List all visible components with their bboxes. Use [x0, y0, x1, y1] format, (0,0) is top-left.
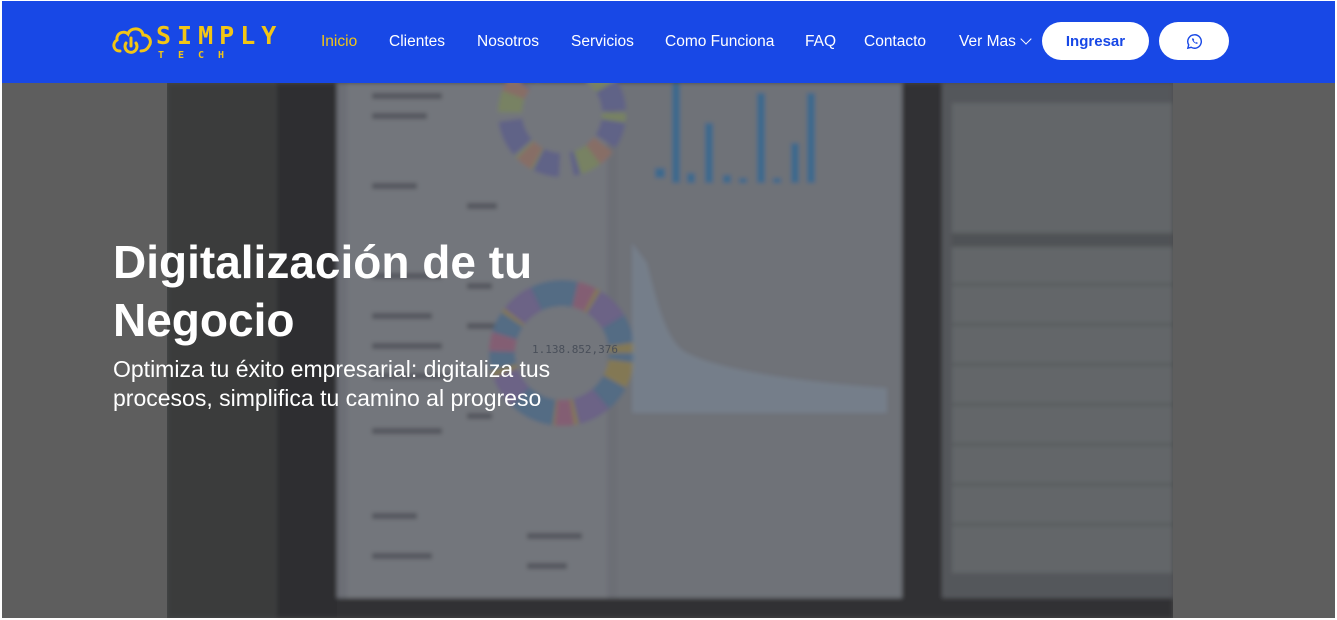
chevron-down-icon	[1020, 33, 1032, 45]
nav-item-clientes[interactable]: Clientes	[389, 32, 445, 52]
nav-item-ver-mas-label: Ver Mas	[959, 33, 1016, 50]
nav-item-faq[interactable]: FAQ	[805, 32, 836, 52]
nav-item-contacto[interactable]: Contacto	[864, 32, 926, 52]
top-navbar: SIMPLY TECH Inicio Clientes Nosotros Ser…	[2, 1, 1335, 83]
brand-name: SIMPLY	[156, 21, 283, 50]
hero-dim-overlay	[2, 83, 1335, 618]
nav-item-ver-mas[interactable]: Ver Mas	[959, 32, 1032, 52]
brand-tagline: TECH	[158, 50, 239, 61]
page: SIMPLY TECH Inicio Clientes Nosotros Ser…	[2, 1, 1335, 618]
nav-item-como-funciona[interactable]: Como Funciona	[665, 32, 774, 52]
cloud-power-icon	[112, 27, 152, 54]
login-button[interactable]: Ingresar	[1042, 22, 1149, 60]
nav-item-inicio[interactable]: Inicio	[321, 32, 357, 52]
nav-item-nosotros[interactable]: Nosotros	[477, 32, 539, 52]
nav-item-servicios[interactable]: Servicios	[571, 32, 634, 52]
whatsapp-button[interactable]	[1159, 22, 1229, 60]
brand-logo[interactable]: SIMPLY TECH	[110, 19, 295, 65]
hero-subtitle: Optimiza tu éxito empresarial: digitaliz…	[113, 356, 551, 411]
hero-title: Digitalización de tu Negocio	[113, 236, 533, 346]
whatsapp-icon	[1186, 33, 1202, 49]
hero-section: 1.138.852,376 Digitalización de tu Negoc…	[2, 83, 1335, 618]
